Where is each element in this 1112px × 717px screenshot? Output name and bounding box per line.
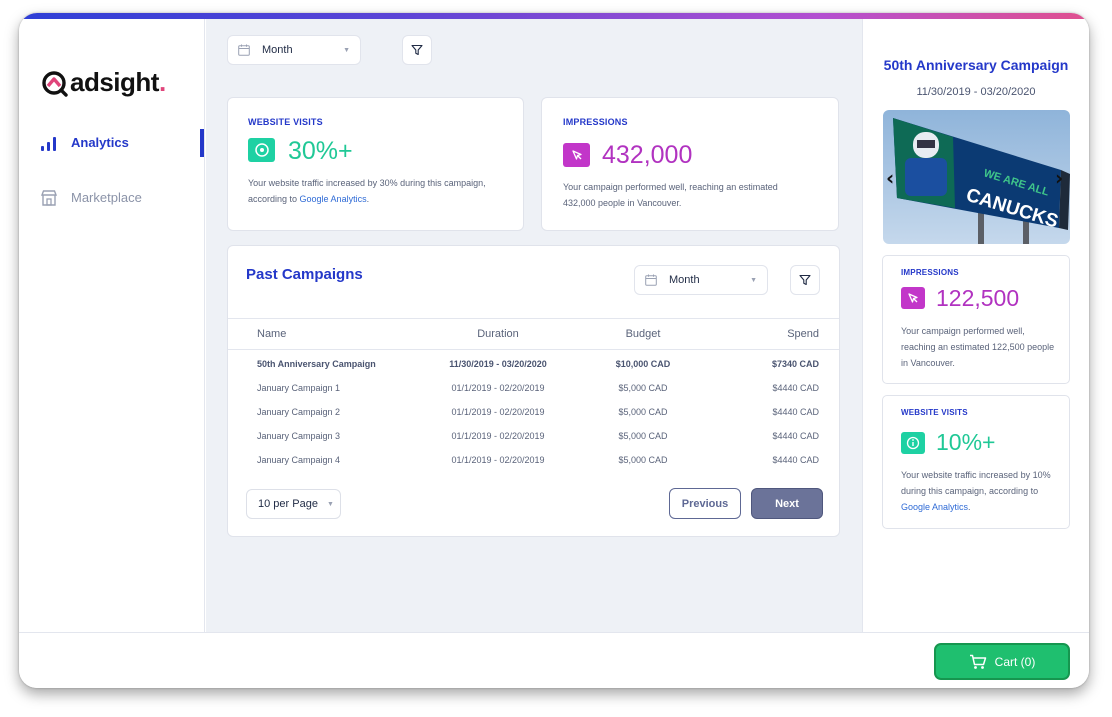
calendar-icon [645, 274, 657, 286]
sidebar-item-label: Marketplace [71, 189, 142, 205]
panel-website-visits-card: WEBSITE VISITS 10%+ Your website traffic… [882, 395, 1070, 529]
logo-dot: . [158, 67, 167, 97]
cell-duration: 11/30/2019 - 03/20/2020 [449, 359, 547, 369]
per-page-select[interactable]: 10 per Page ▼ [246, 489, 341, 519]
carousel-next-icon[interactable]: › [1055, 166, 1063, 190]
bar-chart-icon [41, 133, 59, 151]
cart-icon [969, 654, 986, 669]
campaign-title: 50th Anniversary Campaign [883, 57, 1069, 73]
stat-label: IMPRESSIONS [563, 117, 628, 127]
active-nav-indicator [200, 129, 204, 157]
cart-label: Cart (0) [994, 654, 1036, 669]
cell-duration: 01/1/2019 - 02/20/2019 [451, 383, 545, 393]
cell-name: 50th Anniversary Campaign [257, 359, 376, 369]
column-header-spend[interactable]: Spend [787, 328, 819, 340]
sidebar-item-marketplace[interactable]: Marketplace [41, 188, 142, 206]
cell-budget: $5,000 CAD [618, 455, 668, 465]
calendar-icon [238, 44, 250, 56]
campaigns-period-select[interactable]: Month ▼ [634, 265, 768, 295]
stat-label: WEBSITE VISITS [901, 408, 968, 417]
cell-name: January Campaign 2 [257, 407, 341, 417]
per-page-value: 10 per Page [258, 498, 318, 510]
stat-description: Your campaign performed well, reaching a… [563, 182, 778, 208]
stat-label: IMPRESSIONS [901, 268, 959, 277]
period-select[interactable]: Month ▼ [227, 35, 361, 65]
stat-description-end: . [968, 502, 971, 512]
filter-icon [799, 274, 811, 286]
cursor-icon [563, 143, 590, 167]
stat-label: WEBSITE VISITS [248, 117, 323, 127]
campaign-detail-panel: 50th Anniversary Campaign 11/30/2019 - 0… [862, 19, 1089, 632]
cell-spend: $4440 CAD [772, 407, 819, 417]
cell-spend: $7340 CAD [771, 359, 819, 369]
impressions-card: IMPRESSIONS 432,000 Your campaign perfor… [541, 97, 839, 231]
stat-value: 10%+ [936, 429, 996, 455]
stat-value: 30%+ [288, 137, 353, 165]
sidebar-item-analytics[interactable]: Analytics [41, 133, 129, 151]
past-campaigns-card: Past Campaigns Month ▼ Name Duration Bud… [227, 245, 840, 537]
stat-description-end: . [366, 194, 370, 204]
cell-budget: $5,000 CAD [618, 431, 668, 441]
carousel-prev-icon[interactable]: ‹ [886, 166, 894, 190]
table-header: Name Duration Budget Spend [228, 318, 839, 350]
table-row[interactable]: 50th Anniversary Campaign 11/30/2019 - 0… [228, 355, 839, 379]
table-row[interactable]: January Campaign 1 01/1/2019 - 02/20/201… [228, 379, 839, 403]
stat-value: 122,500 [936, 285, 1020, 311]
filter-button[interactable] [402, 35, 432, 65]
past-campaigns-title: Past Campaigns [246, 266, 363, 283]
column-header-name[interactable]: Name [257, 328, 286, 340]
previous-button[interactable]: Previous [669, 488, 741, 519]
filter-icon [411, 44, 423, 56]
table-row[interactable]: January Campaign 3 01/1/2019 - 02/20/201… [228, 427, 839, 451]
cell-spend: $4440 CAD [772, 455, 819, 465]
stat-description: Your website traffic increased by 10% du… [901, 467, 1059, 515]
sidebar-item-label: Analytics [71, 134, 129, 150]
website-visits-card: WEBSITE VISITS 30%+ Your website traffic… [227, 97, 524, 231]
cell-name: January Campaign 1 [257, 383, 341, 393]
period-select-value: Month [262, 44, 293, 56]
google-analytics-link[interactable]: Google Analytics [901, 502, 968, 512]
adsight-logo-icon [42, 70, 68, 97]
column-header-duration[interactable]: Duration [433, 328, 563, 340]
cart-button[interactable]: Cart (0) [934, 643, 1070, 680]
chevron-down-icon: ▼ [343, 46, 350, 54]
storefront-icon [41, 188, 59, 206]
period-select-value: Month [669, 274, 700, 286]
cell-duration: 01/1/2019 - 02/20/2019 [451, 407, 545, 417]
cell-duration: 01/1/2019 - 02/20/2019 [451, 455, 545, 465]
logo-text: adsight [70, 67, 159, 97]
cell-name: January Campaign 4 [257, 455, 341, 465]
billboard-image: WE ARE ALL CANUCKS ‹ › [883, 110, 1070, 244]
stat-description-text: Your website traffic increased by 10% du… [901, 470, 1051, 496]
logo: adsight. [41, 67, 166, 98]
table-row[interactable]: January Campaign 4 01/1/2019 - 02/20/201… [228, 451, 839, 475]
app-window: adsight. Analytics Marketplace Month ▼ W… [19, 13, 1089, 688]
campaign-dates: 11/30/2019 - 03/20/2020 [916, 86, 1036, 98]
sidebar: adsight. Analytics Marketplace [19, 19, 205, 632]
google-analytics-link[interactable]: Google Analytics [300, 194, 367, 204]
cursor-icon [901, 287, 925, 309]
chevron-down-icon: ▼ [750, 276, 757, 284]
cell-budget: $10,000 CAD [615, 359, 671, 369]
panel-impressions-card: IMPRESSIONS 122,500 Your campaign perfor… [882, 255, 1070, 384]
stat-value: 432,000 [602, 141, 693, 169]
footer-bar: Cart (0) [19, 632, 1089, 688]
next-button[interactable]: Next [751, 488, 823, 519]
cell-spend: $4440 CAD [772, 431, 819, 441]
table-row[interactable]: January Campaign 2 01/1/2019 - 02/20/201… [228, 403, 839, 427]
main-content: Month ▼ WEBSITE VISITS 30%+ Your website… [206, 19, 862, 632]
cell-duration: 01/1/2019 - 02/20/2019 [451, 431, 545, 441]
column-header-budget[interactable]: Budget [603, 328, 683, 340]
stat-description: Your website traffic increased by 30% du… [248, 175, 510, 207]
chevron-down-icon: ▼ [326, 500, 334, 508]
eye-icon [248, 138, 275, 162]
stat-description: Your campaign performed well, reaching a… [901, 326, 1055, 368]
cell-spend: $4440 CAD [772, 383, 819, 393]
cell-name: January Campaign 3 [257, 431, 341, 441]
info-icon [901, 432, 925, 454]
cell-budget: $5,000 CAD [618, 383, 668, 393]
campaigns-filter-button[interactable] [790, 265, 820, 295]
cell-budget: $5,000 CAD [618, 407, 668, 417]
